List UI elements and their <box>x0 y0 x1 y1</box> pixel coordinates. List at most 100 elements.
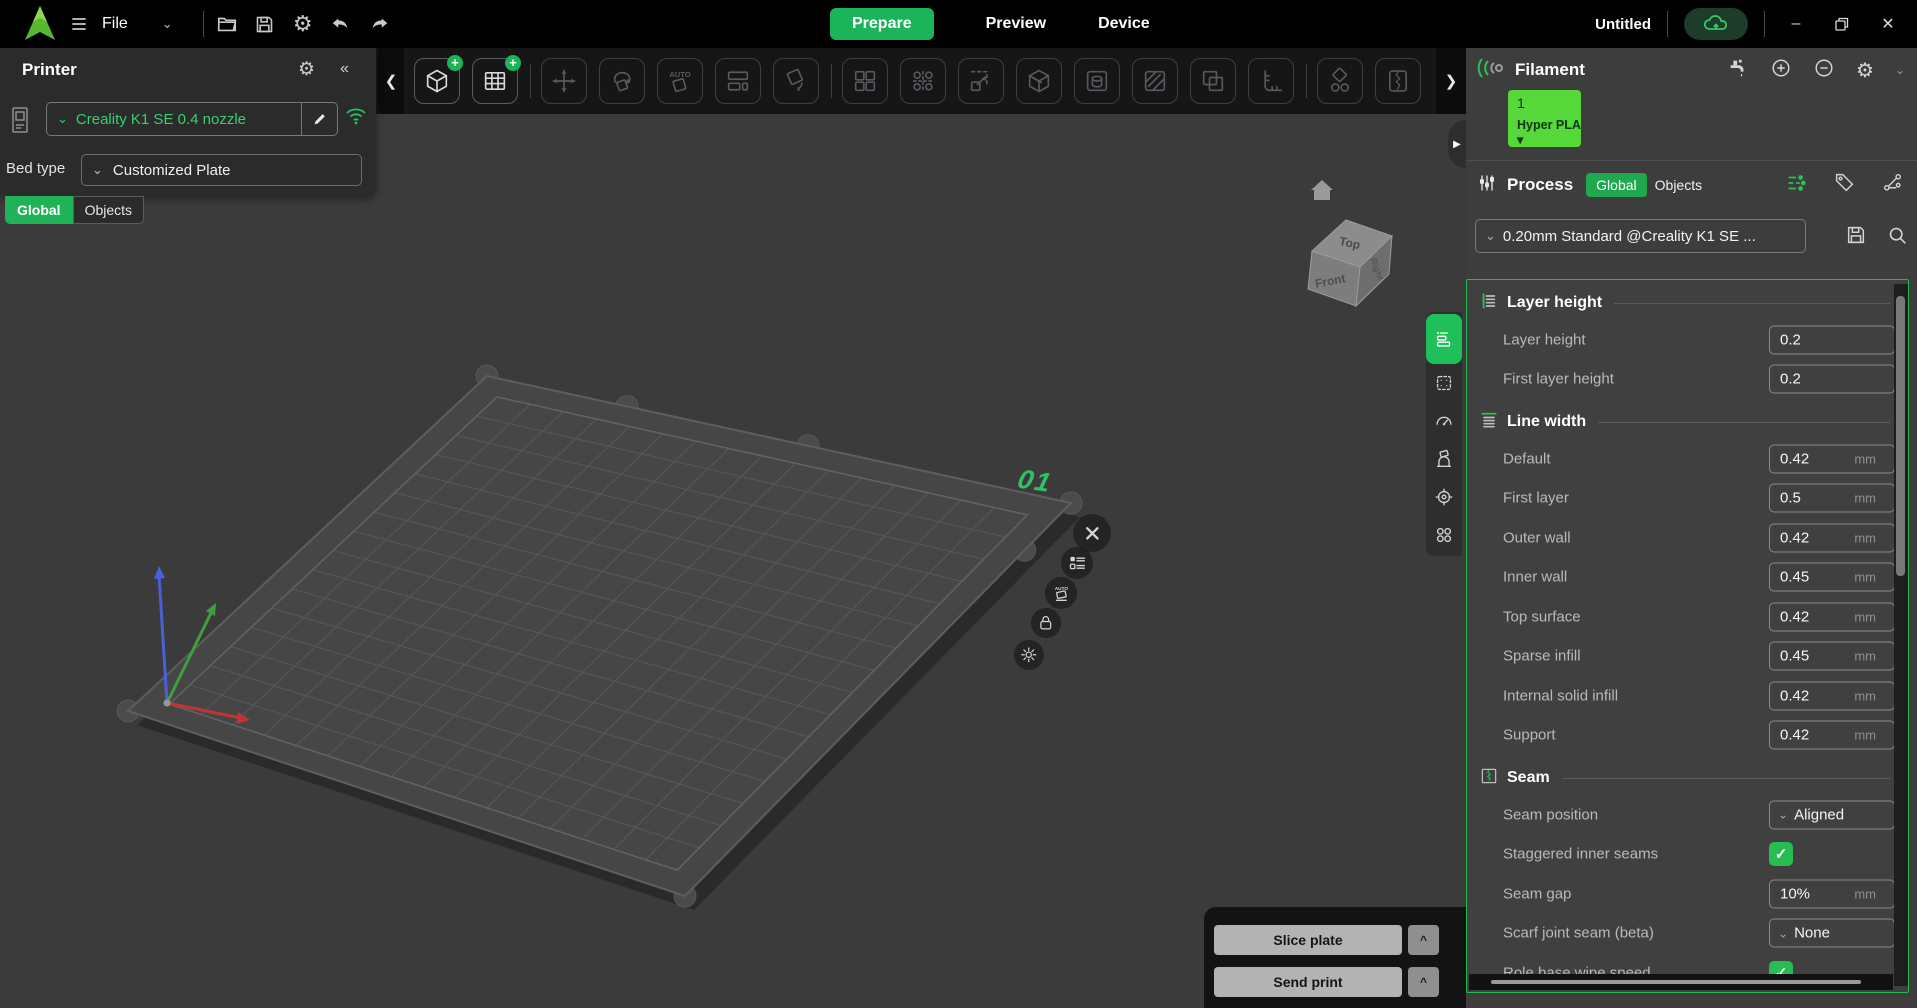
bed-type-select[interactable]: ⌄ Customized Plate <box>81 154 362 186</box>
edit-printer-button[interactable] <box>301 103 337 135</box>
plate-auto-arrange-button[interactable]: AUTO <box>1045 577 1077 609</box>
settings-tab-quality[interactable] <box>1426 314 1462 364</box>
tab-preview[interactable]: Preview <box>986 15 1046 33</box>
save-icon[interactable] <box>250 9 280 39</box>
texture-button[interactable] <box>1132 58 1178 104</box>
plate-lock-button[interactable] <box>1031 608 1061 638</box>
undo-icon[interactable] <box>326 9 356 39</box>
add-filament-icon[interactable] <box>1770 57 1792 84</box>
arrange-button[interactable] <box>842 58 888 104</box>
setting-input[interactable]: 0.5 mm <box>1769 484 1895 513</box>
settings-gear-icon[interactable]: ⚙ <box>288 9 318 39</box>
setting-input[interactable]: 0.42 mm <box>1769 602 1895 631</box>
search-settings-icon[interactable] <box>1887 225 1908 251</box>
app-logo-icon <box>22 4 58 44</box>
setting-input[interactable]: 0.2 <box>1769 365 1895 394</box>
setting-label: Default <box>1503 450 1551 467</box>
toolbar-expand-right[interactable]: ❯ <box>1436 48 1466 114</box>
setting-value: 0.2 <box>1780 371 1876 388</box>
filament-slot-chip[interactable]: 1 Hyper PLA ▾ <box>1508 90 1581 147</box>
wipe-tower-icon[interactable] <box>1727 57 1749 84</box>
remove-filament-icon[interactable] <box>1813 57 1835 84</box>
printer-scope-global[interactable]: Global <box>5 196 73 224</box>
process-tab-global[interactable]: Global <box>1586 173 1646 197</box>
setting-input[interactable]: 0.45 mm <box>1769 563 1895 592</box>
tab-prepare[interactable]: Prepare <box>830 8 934 40</box>
add-model-button[interactable]: + <box>414 58 460 104</box>
auto-orient-button[interactable]: AUTO <box>657 58 703 104</box>
vertical-scrollbar[interactable] <box>1894 284 1908 986</box>
filament-settings-gear-icon[interactable]: ⚙ <box>1856 58 1874 83</box>
setting-checkbox[interactable]: ✓ <box>1769 842 1793 866</box>
section-header-seam[interactable]: Seam <box>1467 761 1908 795</box>
send-options-button[interactable]: ^ <box>1408 967 1439 997</box>
scale-button[interactable] <box>715 58 761 104</box>
divider <box>1466 160 1917 161</box>
boolean-button[interactable] <box>1190 58 1236 104</box>
printer-scope-objects[interactable]: Objects <box>73 196 144 224</box>
file-menu[interactable]: File <box>102 15 128 33</box>
cloud-upload-button[interactable] <box>1684 8 1748 40</box>
plate-settings-button[interactable] <box>1014 640 1044 670</box>
auto-arrange-button[interactable] <box>958 58 1004 104</box>
settings-tab-support[interactable] <box>1426 440 1462 478</box>
setting-input[interactable]: 0.42 mm <box>1769 444 1895 473</box>
setting-label: Inner wall <box>1503 569 1567 586</box>
section-header-line-width[interactable]: Line width <box>1467 405 1908 439</box>
setting-input[interactable]: 0.45 mm <box>1769 642 1895 671</box>
rotate-button[interactable] <box>599 58 645 104</box>
viewport-3d[interactable]: Top Front Right 01 AUTO <box>0 114 1466 1008</box>
add-plate-button[interactable]: + <box>472 58 518 104</box>
parameter-table-icon[interactable] <box>1785 172 1807 199</box>
paint-support-button[interactable] <box>1074 58 1120 104</box>
wifi-icon[interactable] <box>344 106 368 131</box>
section-header-layer-height[interactable]: Layer height <box>1467 286 1908 320</box>
printer-panel-collapse-icon[interactable]: « <box>340 60 349 78</box>
right-sidebar: Filament ⚙ ⌄ 1 Hyper PLA ▾ <box>1466 48 1917 1008</box>
printer-settings-gear-icon[interactable]: ⚙ <box>298 58 315 81</box>
printer-select[interactable]: ⌄ Creality K1 SE 0.4 nozzle <box>46 102 338 136</box>
plate-object-list-button[interactable] <box>1061 547 1093 579</box>
slice-plate-button[interactable]: Slice plate <box>1214 925 1402 955</box>
filament-collapse-icon[interactable]: ⌄ <box>1895 63 1905 77</box>
setting-input[interactable]: 0.42 mm <box>1769 721 1895 750</box>
open-file-icon[interactable] <box>212 9 242 39</box>
settings-tab-advanced[interactable] <box>1426 516 1462 554</box>
split-button[interactable] <box>1317 58 1363 104</box>
save-preset-icon[interactable] <box>1845 224 1867 251</box>
sidebar-collapse-handle[interactable]: ▶ <box>1448 120 1466 168</box>
hamburger-menu-icon[interactable] <box>64 9 94 39</box>
settings-tab-speed[interactable] <box>1426 402 1462 440</box>
setting-select[interactable]: ⌄ Aligned <box>1769 800 1895 829</box>
setting-select[interactable]: ⌄ None <box>1769 919 1895 948</box>
compare-presets-icon[interactable] <box>1882 172 1903 198</box>
lay-flat-button[interactable] <box>773 58 819 104</box>
process-preset-select[interactable]: ⌄ 0.20mm Standard @Creality K1 SE ... <box>1475 219 1806 253</box>
close-button[interactable]: ✕ <box>1873 9 1903 39</box>
process-tab-objects[interactable]: Objects <box>1655 177 1702 193</box>
cut-button[interactable] <box>1375 58 1421 104</box>
horizontal-scrollbar[interactable] <box>1469 974 1893 990</box>
setting-input[interactable]: 10% mm <box>1769 879 1895 908</box>
arrange-settings-button[interactable] <box>900 58 946 104</box>
settings-tab-strength[interactable] <box>1426 364 1462 402</box>
maximize-button[interactable] <box>1827 9 1857 39</box>
slice-options-button[interactable]: ^ <box>1408 925 1439 955</box>
settings-tab-others[interactable] <box>1426 478 1462 516</box>
setting-input[interactable]: 0.42 mm <box>1769 523 1895 552</box>
redo-icon[interactable] <box>364 9 394 39</box>
chevron-down-icon: ⌄ <box>57 111 68 127</box>
setting-input[interactable]: 0.2 <box>1769 325 1895 354</box>
label-objects-icon[interactable] <box>1834 172 1855 198</box>
setting-input[interactable]: 0.42 mm <box>1769 681 1895 710</box>
file-menu-chevron-icon[interactable]: ⌄ <box>162 16 173 32</box>
svg-text:AUTO: AUTO <box>669 70 690 79</box>
setting-label: Internal solid infill <box>1503 687 1618 704</box>
send-print-button[interactable]: Send print <box>1214 967 1402 997</box>
move-button[interactable] <box>541 58 587 104</box>
measure-button[interactable] <box>1248 58 1294 104</box>
minimize-button[interactable]: – <box>1781 9 1811 39</box>
paint-seam-button[interactable] <box>1016 58 1062 104</box>
toolbar-collapse-left[interactable]: ❮ <box>378 48 404 114</box>
tab-device[interactable]: Device <box>1098 15 1150 33</box>
